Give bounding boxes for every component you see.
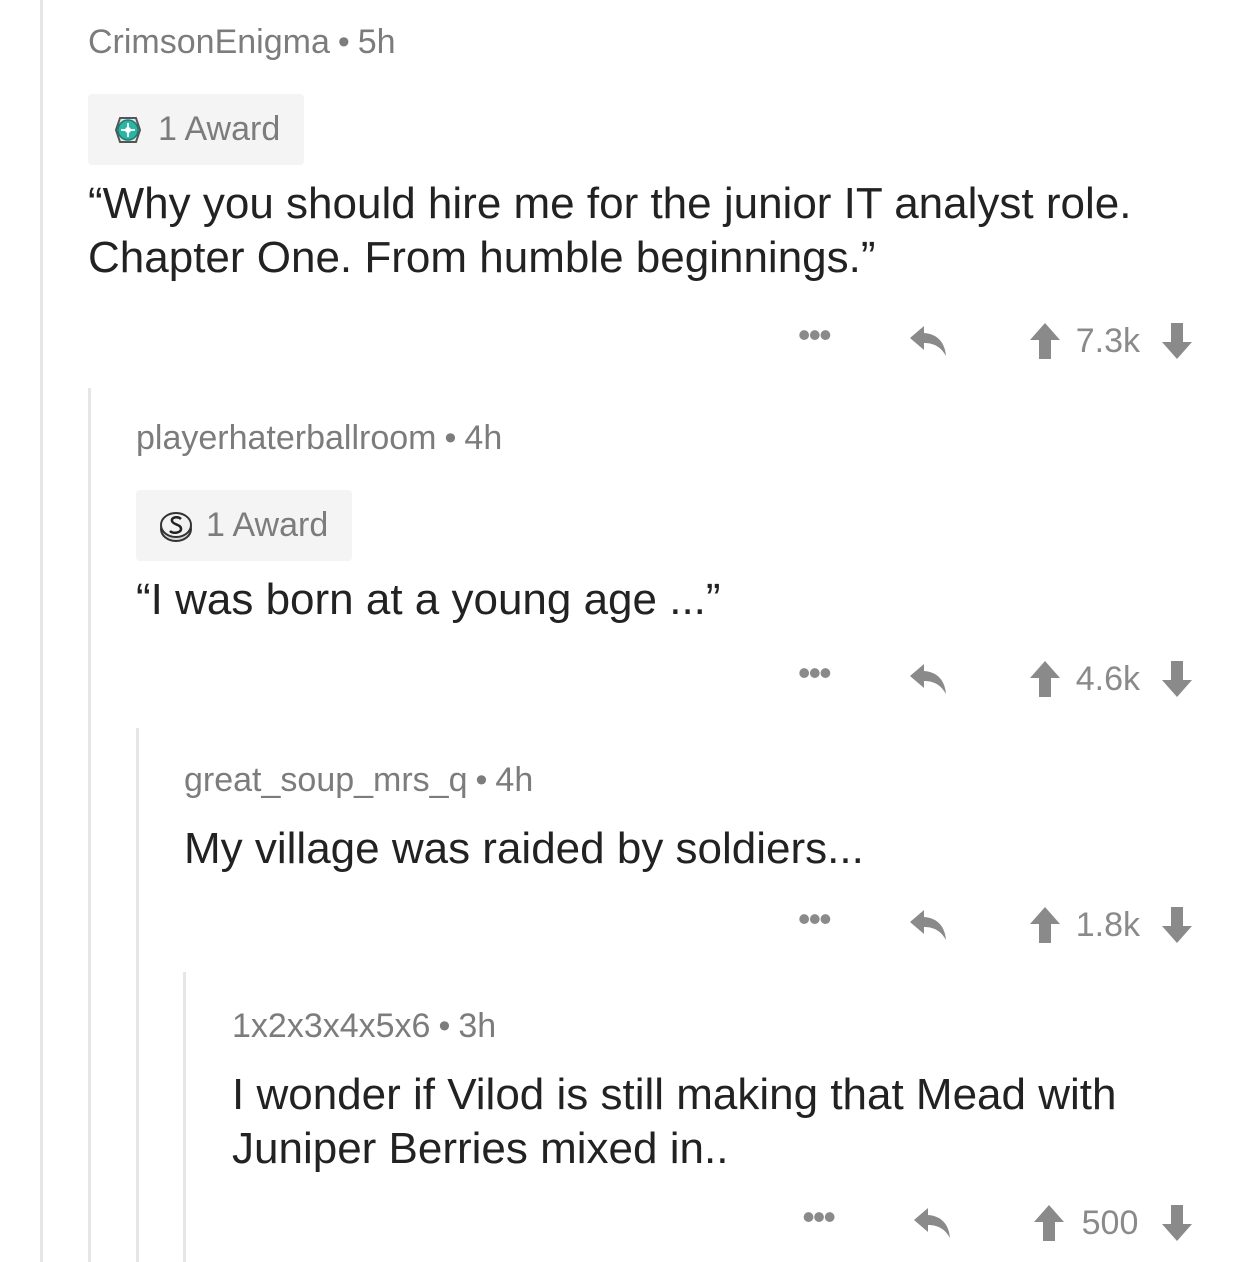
upvote-button[interactable] [1032,1203,1066,1243]
arrow-down-icon [1160,1203,1194,1243]
comment-body: “I was born at a young age ...” [136,575,721,624]
more-options-button[interactable]: ••• [798,655,832,695]
award-badge[interactable]: 1 Award [136,490,353,561]
comment: 1x2x3x4x5x6 • 3h I wonder if Vilod is stil… [232,1006,1194,1258]
upvote-button[interactable] [1028,321,1062,361]
reply-icon [912,1205,954,1241]
arrow-up-icon [1028,321,1062,361]
more-options-button[interactable]: ••• [798,901,832,941]
comment-actions: ••• 4.6k [798,654,1194,704]
username[interactable]: great_soup_mrs_q [184,761,468,799]
comment-actions: ••• 7.3k [798,316,1194,366]
downvote-button[interactable] [1160,321,1194,361]
award-label: 1 Award [158,110,281,148]
separator: • [475,761,488,799]
comment: CrimsonEnigma • 5h 1 Award “Why you should… [88,22,1194,378]
arrow-down-icon [1160,905,1194,945]
comment-meta: 1x2x3x4x5x6 • 3h [232,1006,1194,1046]
comment: playerhaterballroom • 4h 1 Award “I was bo… [136,418,1194,718]
timestamp: 4h [495,761,534,799]
reply-icon [908,661,950,697]
comment-actions: ••• 1.8k [798,900,1194,950]
comment-meta: playerhaterballroom • 4h [136,418,1194,458]
arrow-up-icon [1028,905,1062,945]
award-label: 1 Award [206,506,329,544]
downvote-button[interactable] [1160,1203,1194,1243]
reply-button[interactable] [912,1205,954,1241]
username[interactable]: playerhaterballroom [136,419,437,457]
thread-line [136,728,139,1262]
arrow-down-icon [1160,659,1194,699]
award-badge[interactable]: 1 Award [88,94,305,165]
separator: • [444,419,457,457]
score: 4.6k [1075,659,1140,698]
thread-line [183,972,186,1262]
reply-button[interactable] [908,661,950,697]
separator: • [438,1007,451,1045]
comment: great_soup_mrs_q • 4h My village was raide… [184,760,1194,962]
arrow-up-icon [1032,1203,1066,1243]
score: 500 [1081,1203,1139,1242]
downvote-button[interactable] [1160,905,1194,945]
comment-body: My village was raided by soldiers... [184,824,864,873]
reply-icon [908,323,950,359]
comment-meta: great_soup_mrs_q • 4h [184,760,1194,800]
reply-button[interactable] [908,907,950,943]
score: 1.8k [1075,905,1140,944]
award-medal-icon [110,112,146,148]
reply-button[interactable] [908,323,950,359]
comment-actions: ••• 500 [802,1198,1194,1248]
comment-body: I wonder if Vilod is still making that M… [232,1070,1117,1173]
arrow-up-icon [1028,659,1062,699]
thread-line [40,0,43,1262]
username[interactable]: 1x2x3x4x5x6 [232,1007,430,1045]
timestamp: 4h [464,419,503,457]
upvote-button[interactable] [1028,659,1062,699]
separator: • [337,23,350,61]
arrow-down-icon [1160,321,1194,361]
comment-meta: CrimsonEnigma • 5h [88,22,1194,62]
username[interactable]: CrimsonEnigma [88,23,330,61]
reply-icon [908,907,950,943]
timestamp: 5h [357,23,396,61]
downvote-button[interactable] [1160,659,1194,699]
thread-line [88,388,91,1262]
score: 7.3k [1075,321,1140,360]
upvote-button[interactable] [1028,905,1062,945]
comment-body: “Why you should hire me for the junior I… [88,179,1132,282]
silver-award-icon [158,508,194,544]
more-options-button[interactable]: ••• [798,317,832,357]
more-options-button[interactable]: ••• [802,1199,836,1239]
timestamp: 3h [458,1007,497,1045]
